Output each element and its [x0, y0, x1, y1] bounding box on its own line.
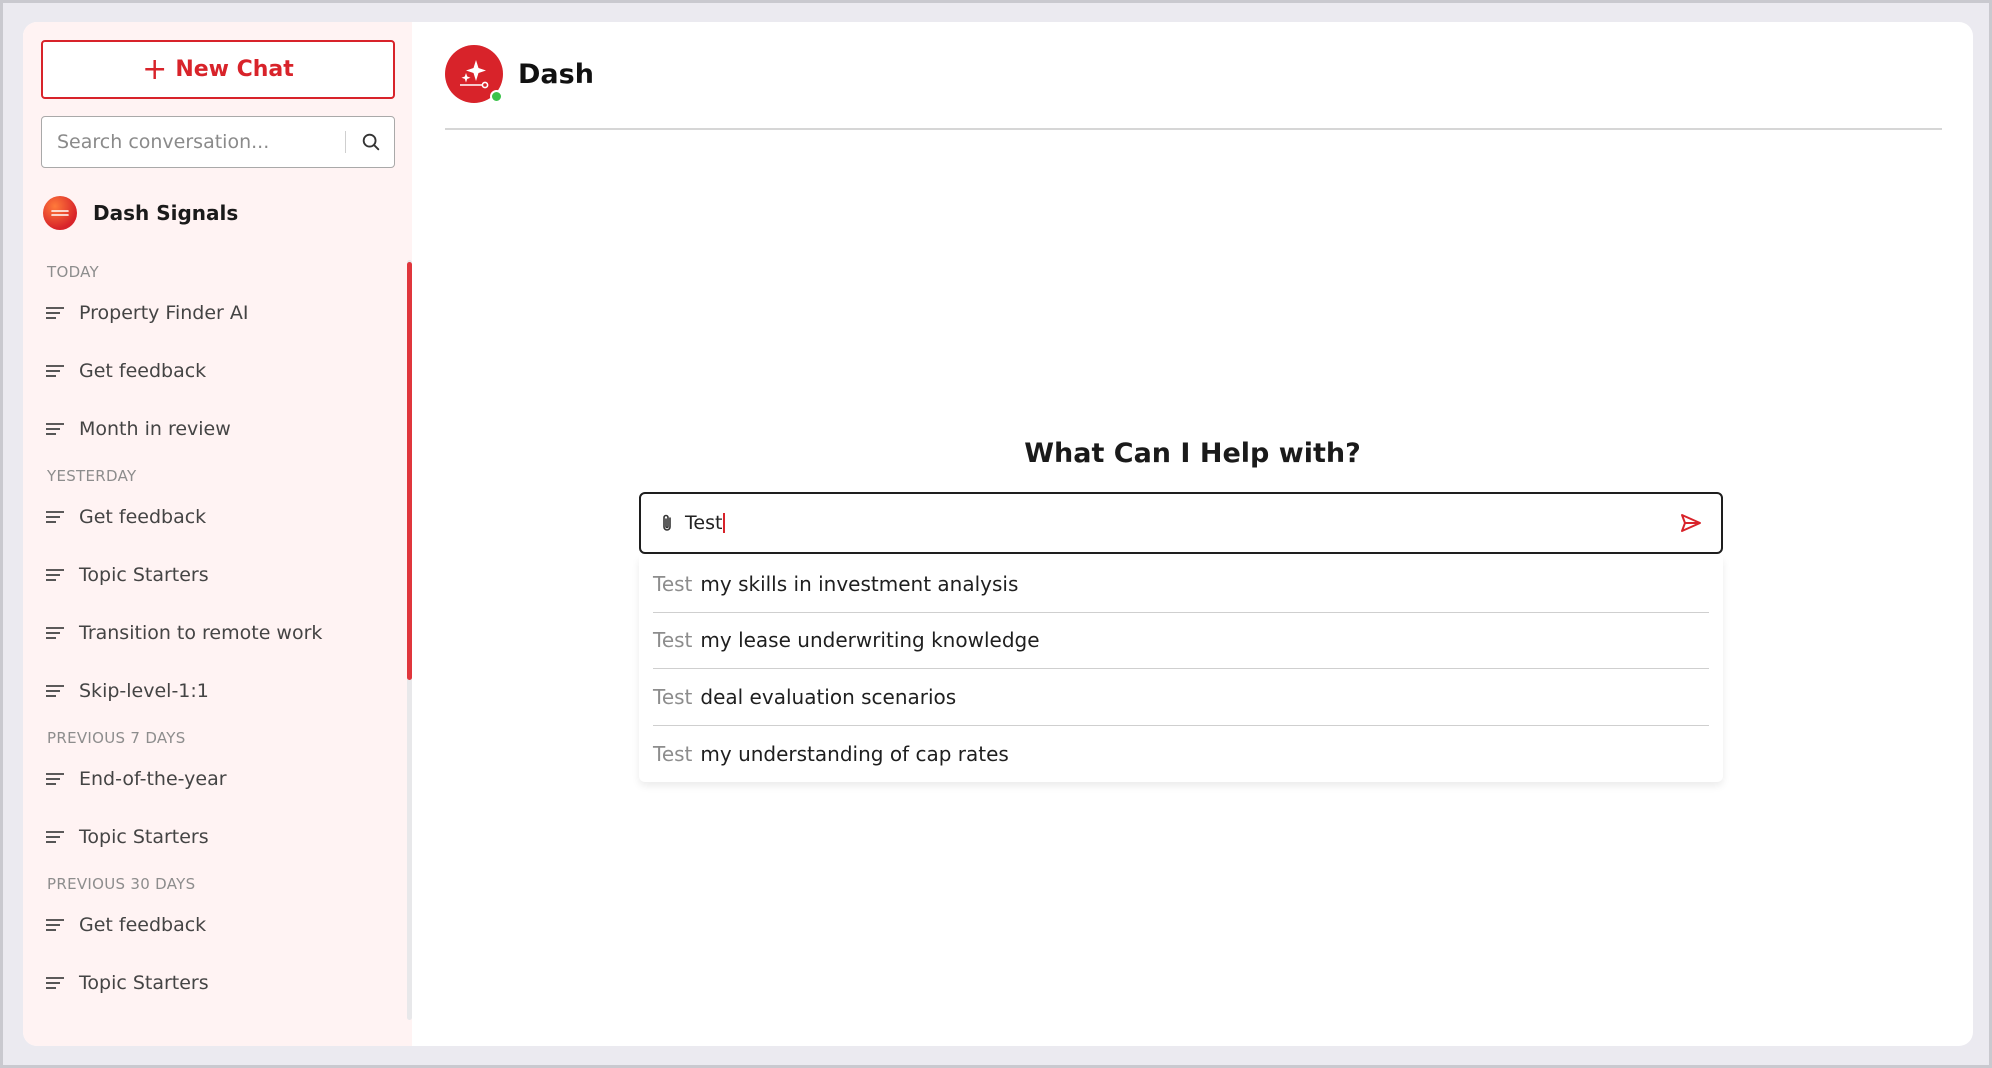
text-caret: [723, 513, 726, 533]
search-input[interactable]: [57, 131, 337, 153]
conversation-item[interactable]: Month in review: [45, 400, 411, 458]
new-chat-label: New Chat: [175, 57, 294, 82]
send-icon[interactable]: [1679, 512, 1703, 534]
conversation-item[interactable]: Transition to remote work: [45, 604, 411, 662]
suggestion-text: deal evaluation scenarios: [700, 684, 957, 709]
chat-main: Dash What Can I Help with? Test Test my …: [412, 22, 1973, 1046]
lines-icon: [46, 423, 64, 435]
lines-icon: [46, 627, 64, 639]
suggestion-prefix: Test: [653, 741, 693, 766]
dash-signals-logo-icon: [43, 196, 77, 230]
lines-icon: [46, 511, 64, 523]
suggestion-item[interactable]: Test my skills in investment analysis: [653, 556, 1709, 613]
suggestion-item[interactable]: Test my understanding of cap rates: [653, 726, 1709, 783]
section-label-today: TODAY: [47, 263, 100, 281]
lines-icon: [46, 831, 64, 843]
suggestion-text: my lease underwriting knowledge: [700, 628, 1040, 653]
conversation-title: Property Finder AI: [79, 302, 249, 324]
suggestion-dropdown: Test my skills in investment analysis Te…: [639, 556, 1723, 782]
app-container: + New Chat Dash Signals: [23, 22, 1973, 1046]
conversation-list: TODAY Property Finder AI Get feedback Mo…: [41, 260, 411, 1046]
header-divider: [445, 128, 1942, 130]
conversation-item[interactable]: Get feedback: [45, 342, 411, 400]
conversation-item[interactable]: Get feedback: [45, 488, 411, 546]
conversation-title: Get feedback: [79, 506, 207, 528]
conversation-title: Month in review: [79, 418, 231, 440]
plus-icon: +: [142, 51, 168, 87]
conversation-item[interactable]: Topic Starters: [45, 808, 411, 866]
search-box: [41, 116, 395, 168]
dash-signals-item[interactable]: Dash Signals: [43, 196, 396, 230]
conversation-item[interactable]: Property Finder AI: [45, 284, 411, 342]
lines-icon: [46, 685, 64, 697]
suggestion-text: my understanding of cap rates: [700, 741, 1009, 766]
conversation-title: Topic Starters: [79, 826, 209, 848]
conversation-title: Get feedback: [79, 360, 207, 382]
conversation-title: Transition to remote work: [79, 622, 323, 644]
prompt-input[interactable]: Test: [639, 492, 1723, 554]
search-icon[interactable]: [360, 131, 382, 153]
dash-signals-label: Dash Signals: [93, 201, 239, 225]
conversation-title: Topic Starters: [79, 564, 209, 586]
search-divider: [345, 131, 346, 153]
lines-icon: [46, 365, 64, 377]
prompt-value: Test: [685, 512, 723, 534]
conversation-title: Topic Starters: [79, 972, 209, 994]
section-label-previous-7-days: PREVIOUS 7 DAYS: [47, 729, 186, 747]
conversation-item[interactable]: End-of-the-year: [45, 750, 411, 808]
lines-icon: [46, 919, 64, 931]
hero-title: What Can I Help with?: [1024, 438, 1361, 469]
new-chat-button[interactable]: + New Chat: [41, 40, 395, 99]
online-status-dot: [490, 90, 503, 103]
conversation-title: End-of-the-year: [79, 768, 227, 790]
assistant-name: Dash: [518, 58, 594, 90]
dash-avatar: [445, 45, 503, 103]
suggestion-text: my skills in investment analysis: [700, 571, 1019, 596]
conversation-item[interactable]: Skip-level-1:1: [45, 662, 411, 720]
section-label-previous-30-days: PREVIOUS 30 DAYS: [47, 875, 196, 893]
suggestion-item[interactable]: Test my lease underwriting knowledge: [653, 613, 1709, 669]
window-frame: + New Chat Dash Signals: [0, 0, 1992, 1068]
sidebar: + New Chat Dash Signals: [23, 22, 412, 1046]
lines-icon: [46, 773, 64, 785]
lines-icon: [46, 977, 64, 989]
chat-header: Dash: [445, 45, 594, 103]
conversation-title: Skip-level-1:1: [79, 680, 209, 702]
sparkle-icon: [460, 60, 489, 89]
conversation-title: Get feedback: [79, 914, 207, 936]
lines-icon: [46, 307, 64, 319]
suggestion-item[interactable]: Test deal evaluation scenarios: [653, 669, 1709, 726]
conversation-item[interactable]: Topic Starters: [45, 546, 411, 604]
suggestion-prefix: Test: [653, 684, 693, 709]
conversation-item[interactable]: Get feedback: [45, 896, 411, 954]
suggestion-prefix: Test: [653, 628, 693, 653]
section-label-yesterday: YESTERDAY: [47, 467, 137, 485]
paperclip-icon[interactable]: [659, 513, 675, 533]
suggestion-prefix: Test: [653, 571, 693, 596]
lines-icon: [46, 569, 64, 581]
conversation-item[interactable]: Topic Starters: [45, 954, 411, 1012]
